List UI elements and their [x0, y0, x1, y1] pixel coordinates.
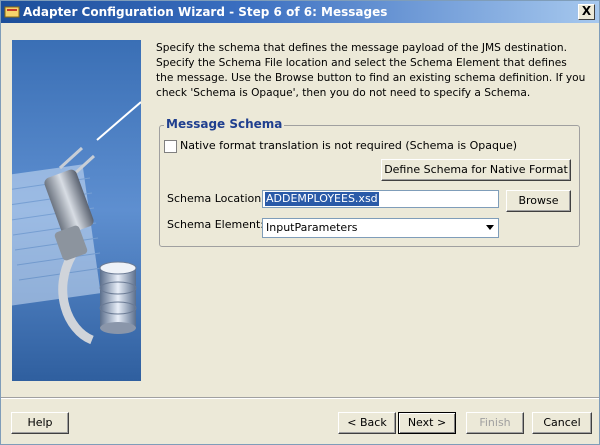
message-schema-group: Message Schema Native format translation… — [159, 117, 580, 247]
footer-separator — [1, 397, 599, 399]
define-schema-label: Define Schema for Native Format — [384, 163, 568, 176]
group-title: Message Schema — [164, 117, 285, 131]
chevron-down-icon[interactable] — [486, 225, 494, 230]
help-label: Help — [27, 416, 53, 429]
schema-location-value: ADDEMPLOYEES.xsd — [265, 192, 379, 206]
plug-database-illustration — [12, 40, 141, 381]
next-label: Next > — [407, 416, 447, 429]
side-illustration — [12, 40, 141, 381]
close-icon: X — [581, 4, 592, 18]
back-button[interactable]: < Back — [338, 412, 396, 434]
opaque-checkbox[interactable] — [164, 140, 177, 153]
schema-element-value: InputParameters — [266, 221, 358, 234]
step-description: Specify the schema that defines the mess… — [156, 42, 586, 99]
finish-label: Finish — [479, 416, 511, 429]
schema-location-label: Schema Location: — [167, 192, 265, 205]
back-label: < Back — [347, 416, 387, 429]
wizard-window: Adapter Configuration Wizard - Step 6 of… — [0, 0, 600, 445]
cancel-button[interactable]: Cancel — [532, 412, 592, 434]
schema-location-input[interactable]: ADDEMPLOYEES.xsd — [262, 190, 499, 208]
window-title: Adapter Configuration Wizard - Step 6 of… — [23, 5, 388, 19]
define-schema-button[interactable]: Define Schema for Native Format — [381, 159, 571, 181]
next-button[interactable]: Next > — [398, 412, 456, 434]
title-bar[interactable]: Adapter Configuration Wizard - Step 6 of… — [1, 1, 599, 23]
browse-label: Browse — [518, 194, 559, 207]
schema-element-label: Schema Element: — [167, 218, 264, 231]
browse-button[interactable]: Browse — [506, 190, 571, 212]
help-button[interactable]: Help — [11, 412, 69, 434]
close-button[interactable]: X — [578, 4, 595, 20]
finish-button[interactable]: Finish — [466, 412, 524, 434]
wizard-icon — [4, 6, 20, 18]
opaque-checkbox-label[interactable]: Native format translation is not require… — [180, 139, 517, 152]
cancel-label: Cancel — [543, 416, 581, 429]
schema-element-select[interactable]: InputParameters — [262, 218, 499, 238]
